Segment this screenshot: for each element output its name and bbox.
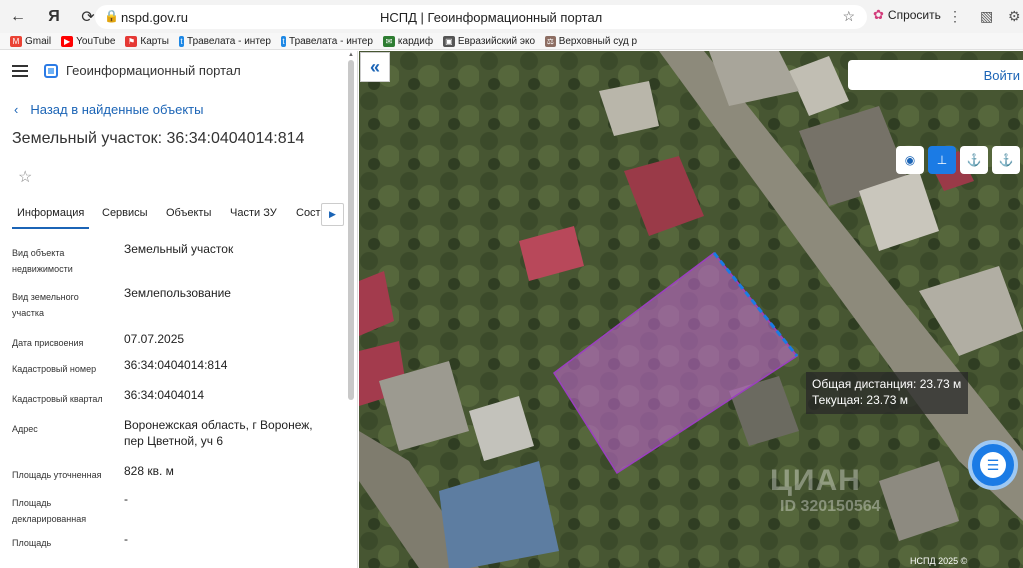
area-measure-tool-icon[interactable]: ⚓ xyxy=(960,146,988,174)
info-panel: Геоинформационный портал ‹ Назад в найде… xyxy=(0,51,358,568)
bookmark-label: Травелата - интер xyxy=(289,35,373,47)
bookmark-favicon-icon: ▣ xyxy=(443,35,455,47)
bookmark-favicon-icon: M xyxy=(10,35,22,47)
attribute-key: Вид объекта недвижимости xyxy=(12,248,73,274)
attribute-key: Адрес xyxy=(12,424,38,434)
bookmark-item[interactable]: ▣ Евразийский эко xyxy=(443,35,536,47)
bookmark-item[interactable]: ✉ кардиф xyxy=(382,35,434,47)
attribute-value: Земельный участок xyxy=(124,242,234,256)
settings-icon[interactable]: ⚙ xyxy=(1008,8,1021,25)
bookmarks-bar: M Gmail ▶ YouTube ⚑ Карты t Травелата - интер t Т… xyxy=(0,33,1023,50)
scroll-up-arrow-icon[interactable]: ▲ xyxy=(348,52,354,58)
address-bar[interactable]: 🔒 nspd.gov.ru НСПД | Геоинформационный п… xyxy=(95,5,867,29)
map-copyright: НСПД 2025 © xyxy=(910,556,968,566)
attribute-value: - xyxy=(124,532,128,546)
lock-icon: 🔒 xyxy=(104,9,119,23)
ask-button[interactable]: ✿ Спросить xyxy=(873,7,941,23)
watermark-id: ID 320150564 xyxy=(780,498,881,515)
tabs-next-button[interactable]: ▶ xyxy=(321,203,344,226)
bookmark-favicon-icon: t xyxy=(178,35,185,47)
ask-label: Спросить xyxy=(887,8,941,22)
bookmark-item[interactable]: M Gmail xyxy=(10,35,52,47)
bookmark-label: YouTube xyxy=(76,35,116,47)
attribute-key: Площадь уточненная xyxy=(12,470,102,480)
object-title: Земельный участок: 36:34:0404014:814 xyxy=(12,130,305,147)
tab-bar: Информация Сервисы Объекты Части ЗУ Соста xyxy=(0,201,346,229)
watermark-text: ЦИАН xyxy=(770,464,861,497)
bookmark-item[interactable]: t Травелата - интер xyxy=(178,35,271,47)
attribute-value: - xyxy=(124,492,128,506)
back-to-results-link[interactable]: ‹ Назад в найденные объекты xyxy=(14,102,203,117)
attribute-key: Дата присвоения xyxy=(12,338,84,348)
favorite-star-icon[interactable]: ☆ xyxy=(18,167,32,187)
bookmark-favicon-icon: ✉ xyxy=(382,35,395,47)
back-label: Назад в найденные объекты xyxy=(30,102,204,117)
chat-button[interactable]: ☰ xyxy=(968,440,1018,490)
map-view[interactable]: ЦИАН ID 320150564 xyxy=(359,51,1023,568)
attribute-key: Кадастровый номер xyxy=(12,364,97,374)
point-tool-icon[interactable]: ◉ xyxy=(896,146,924,174)
collapse-panel-button[interactable]: « xyxy=(360,52,390,82)
bookmark-favicon-icon: ⚖ xyxy=(545,35,556,47)
measure-tooltip: Общая дистанция: 23.73 м Текущая: 23.73 … xyxy=(806,372,968,414)
attribute-key: Площадь декларированная xyxy=(12,498,87,524)
bookmark-item[interactable]: t Травелата - интер xyxy=(280,35,373,47)
bookmark-label: кардиф xyxy=(397,35,434,47)
attribute-value: 36:34:0404014:814 xyxy=(124,358,228,372)
login-button[interactable]: Войти xyxy=(848,60,1023,90)
menu-icon[interactable] xyxy=(12,64,28,77)
address-url[interactable]: nspd.gov.ru xyxy=(121,10,188,25)
bookmark-favicon-icon: ⚑ xyxy=(125,35,138,47)
attribute-value: 828 кв. м xyxy=(124,464,174,478)
bookmark-item[interactable]: ⚖ Верховный суд р xyxy=(545,35,638,47)
panel-scrollbar[interactable] xyxy=(348,60,354,400)
bookmark-favicon-icon: ▶ xyxy=(61,35,74,47)
extensions-icon[interactable]: ▧ xyxy=(980,8,993,25)
portal-title: Геоинформационный портал xyxy=(66,63,241,78)
bookmark-label: Gmail xyxy=(25,35,52,47)
bookmark-icon[interactable]: ☆ xyxy=(842,8,855,25)
attribute-value: Воронежская область, г Воронеж, пер Цвет… xyxy=(124,418,313,448)
tab-title: НСПД | Геоинформационный портал xyxy=(380,9,603,25)
panel-header: Геоинформационный портал xyxy=(12,63,241,78)
chevron-left-icon: ‹ xyxy=(14,102,19,117)
attribute-value: 07.07.2025 xyxy=(124,332,185,346)
line-measure-tool-icon[interactable]: ⊥ xyxy=(928,146,956,174)
bookmark-label: Травелата - интер xyxy=(187,35,271,47)
bookmark-favicon-icon: t xyxy=(280,35,287,47)
browser-toolbar: ← Я ⟳ 🔒 nspd.gov.ru НСПД | Геоинформацио… xyxy=(0,0,1023,33)
more-icon[interactable]: ⋮ xyxy=(948,8,962,25)
tab-0[interactable]: Информация xyxy=(12,201,90,229)
measure-current: Текущая: 23.73 м xyxy=(812,393,909,407)
back-arrow-icon[interactable]: ← xyxy=(4,3,32,31)
yandex-logo-icon[interactable]: Я xyxy=(40,3,68,31)
attribute-key: Кадастровый квартал xyxy=(12,394,103,404)
chat-icon: ☰ xyxy=(980,452,1006,478)
tab-2[interactable]: Объекты xyxy=(166,201,211,229)
satellite-map[interactable] xyxy=(359,51,1023,568)
circle-measure-tool-icon[interactable]: ⚓ xyxy=(992,146,1020,174)
tab-1[interactable]: Сервисы xyxy=(102,201,148,229)
bookmark-label: Карты xyxy=(140,35,169,47)
attribute-value: 36:34:0404014 xyxy=(124,388,205,402)
bookmark-label: Верховный суд р xyxy=(558,35,638,47)
bookmark-label: Евразийский эко xyxy=(457,35,536,47)
tab-3[interactable]: Части ЗУ xyxy=(230,201,277,229)
portal-logo-icon xyxy=(44,63,58,78)
attribute-key: Вид земельного участка xyxy=(12,292,79,318)
bookmark-item[interactable]: ⚑ Карты xyxy=(125,35,169,47)
attribute-key: Площадь xyxy=(12,538,52,548)
attribute-value: Землепользование xyxy=(124,286,231,300)
bookmark-item[interactable]: ▶ YouTube xyxy=(61,35,116,47)
ask-icon: ✿ xyxy=(873,7,884,22)
measure-total: Общая дистанция: 23.73 м xyxy=(812,377,962,391)
